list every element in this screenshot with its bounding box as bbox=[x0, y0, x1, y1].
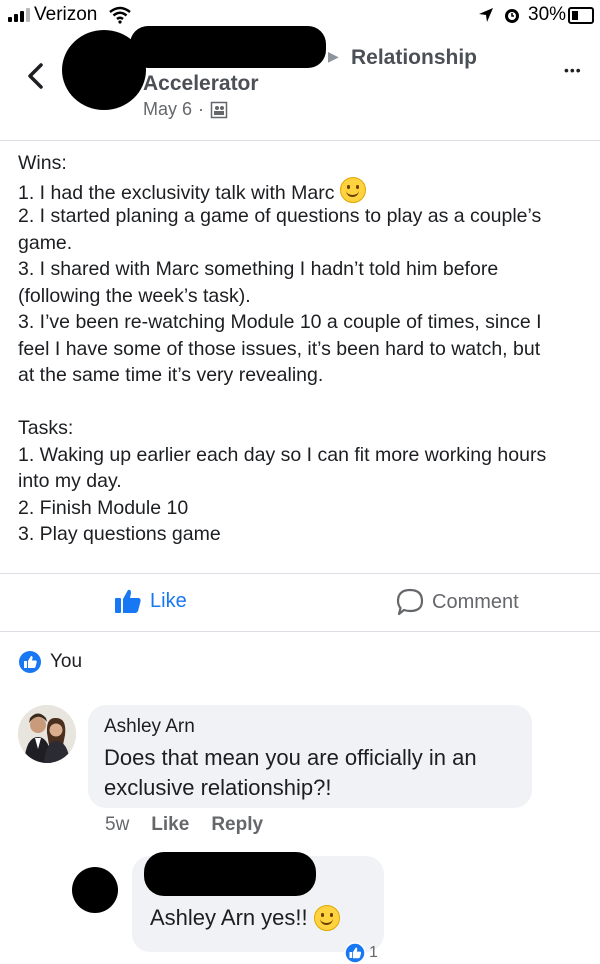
back-icon[interactable] bbox=[26, 62, 46, 90]
comment-reply-button[interactable]: Reply bbox=[211, 814, 263, 836]
comment-bubble-icon bbox=[396, 588, 424, 616]
reply-reaction-count[interactable]: 1 bbox=[344, 942, 378, 964]
post-line-text: 1. I had the exclusivity talk with Marc bbox=[18, 181, 335, 204]
battery-icon bbox=[568, 7, 594, 24]
reply-author-redacted[interactable] bbox=[144, 852, 316, 896]
reaction-summary[interactable]: You bbox=[18, 650, 82, 674]
group-privacy-icon bbox=[210, 101, 228, 118]
location-arrow-icon bbox=[479, 8, 493, 22]
reaction-count: 1 bbox=[369, 944, 378, 961]
post-line: 3. Play questions game bbox=[18, 523, 221, 545]
wifi-icon bbox=[109, 6, 131, 24]
author-name-redacted[interactable] bbox=[130, 26, 326, 68]
comment-text-line: exclusive relationship?! bbox=[104, 775, 332, 800]
smiley-emoji-icon bbox=[339, 176, 366, 203]
post-line: into my day. bbox=[18, 470, 122, 492]
group-arrow-icon: ▶ bbox=[328, 48, 339, 64]
actions-top-divider bbox=[0, 573, 600, 574]
more-options-icon[interactable]: ••• bbox=[564, 62, 582, 78]
battery-percentage: 30% bbox=[528, 4, 567, 25]
comment-time: 5w bbox=[105, 814, 130, 835]
post-line: at the same time it’s very revealing. bbox=[18, 364, 324, 386]
comment-meta: 5w Like Reply bbox=[105, 814, 263, 836]
post-timestamp: May 6 · bbox=[143, 99, 228, 120]
like-reaction-icon bbox=[344, 942, 366, 964]
header-divider bbox=[0, 140, 600, 141]
group-name-link[interactable]: Relationship bbox=[351, 46, 477, 70]
like-reaction-icon bbox=[19, 651, 41, 673]
actions-bottom-divider bbox=[0, 631, 600, 632]
post-line: 3. I shared with Marc something I hadn’t… bbox=[18, 258, 499, 280]
comment-label: Comment bbox=[432, 590, 519, 613]
comment-bubble: Ashley Arn Does that mean you are offici… bbox=[88, 705, 532, 808]
post-line: feel I have some of those issues, it’s b… bbox=[18, 337, 541, 360]
post-line: 3. I’ve been re-watching Module 10 a cou… bbox=[18, 311, 542, 333]
post-line: 2. Finish Module 10 bbox=[18, 496, 189, 519]
alarm-icon bbox=[505, 9, 519, 23]
commenter-photo-icon bbox=[18, 705, 76, 763]
post-date: May 6 bbox=[143, 99, 193, 119]
comment-author[interactable]: Ashley Arn bbox=[104, 716, 195, 738]
thumbs-up-icon bbox=[115, 589, 141, 613]
reply-bubble: Ashley Arn yes!! bbox=[132, 852, 384, 952]
post-line: Tasks: bbox=[18, 417, 74, 439]
reply-author-avatar[interactable] bbox=[72, 867, 118, 913]
carrier-label: Verizon bbox=[34, 4, 98, 25]
reply-text-body: yes!! bbox=[261, 905, 308, 930]
post-body: Wins: 1. I had the exclusivity talk with… bbox=[18, 150, 598, 548]
commenter-avatar[interactable] bbox=[18, 705, 76, 763]
post-line: 1. I had the exclusivity talk with Marc bbox=[18, 176, 598, 204]
comment-button[interactable]: Comment bbox=[396, 588, 519, 616]
meta-separator: · bbox=[198, 99, 205, 119]
post-line: game. bbox=[18, 231, 73, 254]
reaction-summary-label: You bbox=[50, 651, 83, 672]
comment-like-button[interactable]: Like bbox=[151, 814, 189, 836]
smiley-emoji-icon bbox=[313, 905, 340, 931]
post-line: 1. Waking up earlier each day so I can f… bbox=[18, 443, 547, 466]
group-name-continued[interactable]: Accelerator bbox=[143, 72, 259, 96]
post-line: 2. I started planing a game of questions… bbox=[18, 205, 542, 227]
like-button[interactable]: Like bbox=[114, 588, 187, 614]
signal-strength-icon bbox=[8, 8, 30, 22]
like-label: Like bbox=[150, 589, 187, 612]
comment-text-line: Does that mean you are officially in an bbox=[104, 745, 477, 770]
reply-mention[interactable]: Ashley Arn bbox=[150, 905, 255, 931]
post-line: Wins: bbox=[18, 152, 67, 174]
post-line-blank bbox=[18, 389, 598, 416]
post-line: (following the week’s task). bbox=[18, 284, 251, 307]
reply-text: Ashley Arn yes!! bbox=[150, 905, 340, 931]
